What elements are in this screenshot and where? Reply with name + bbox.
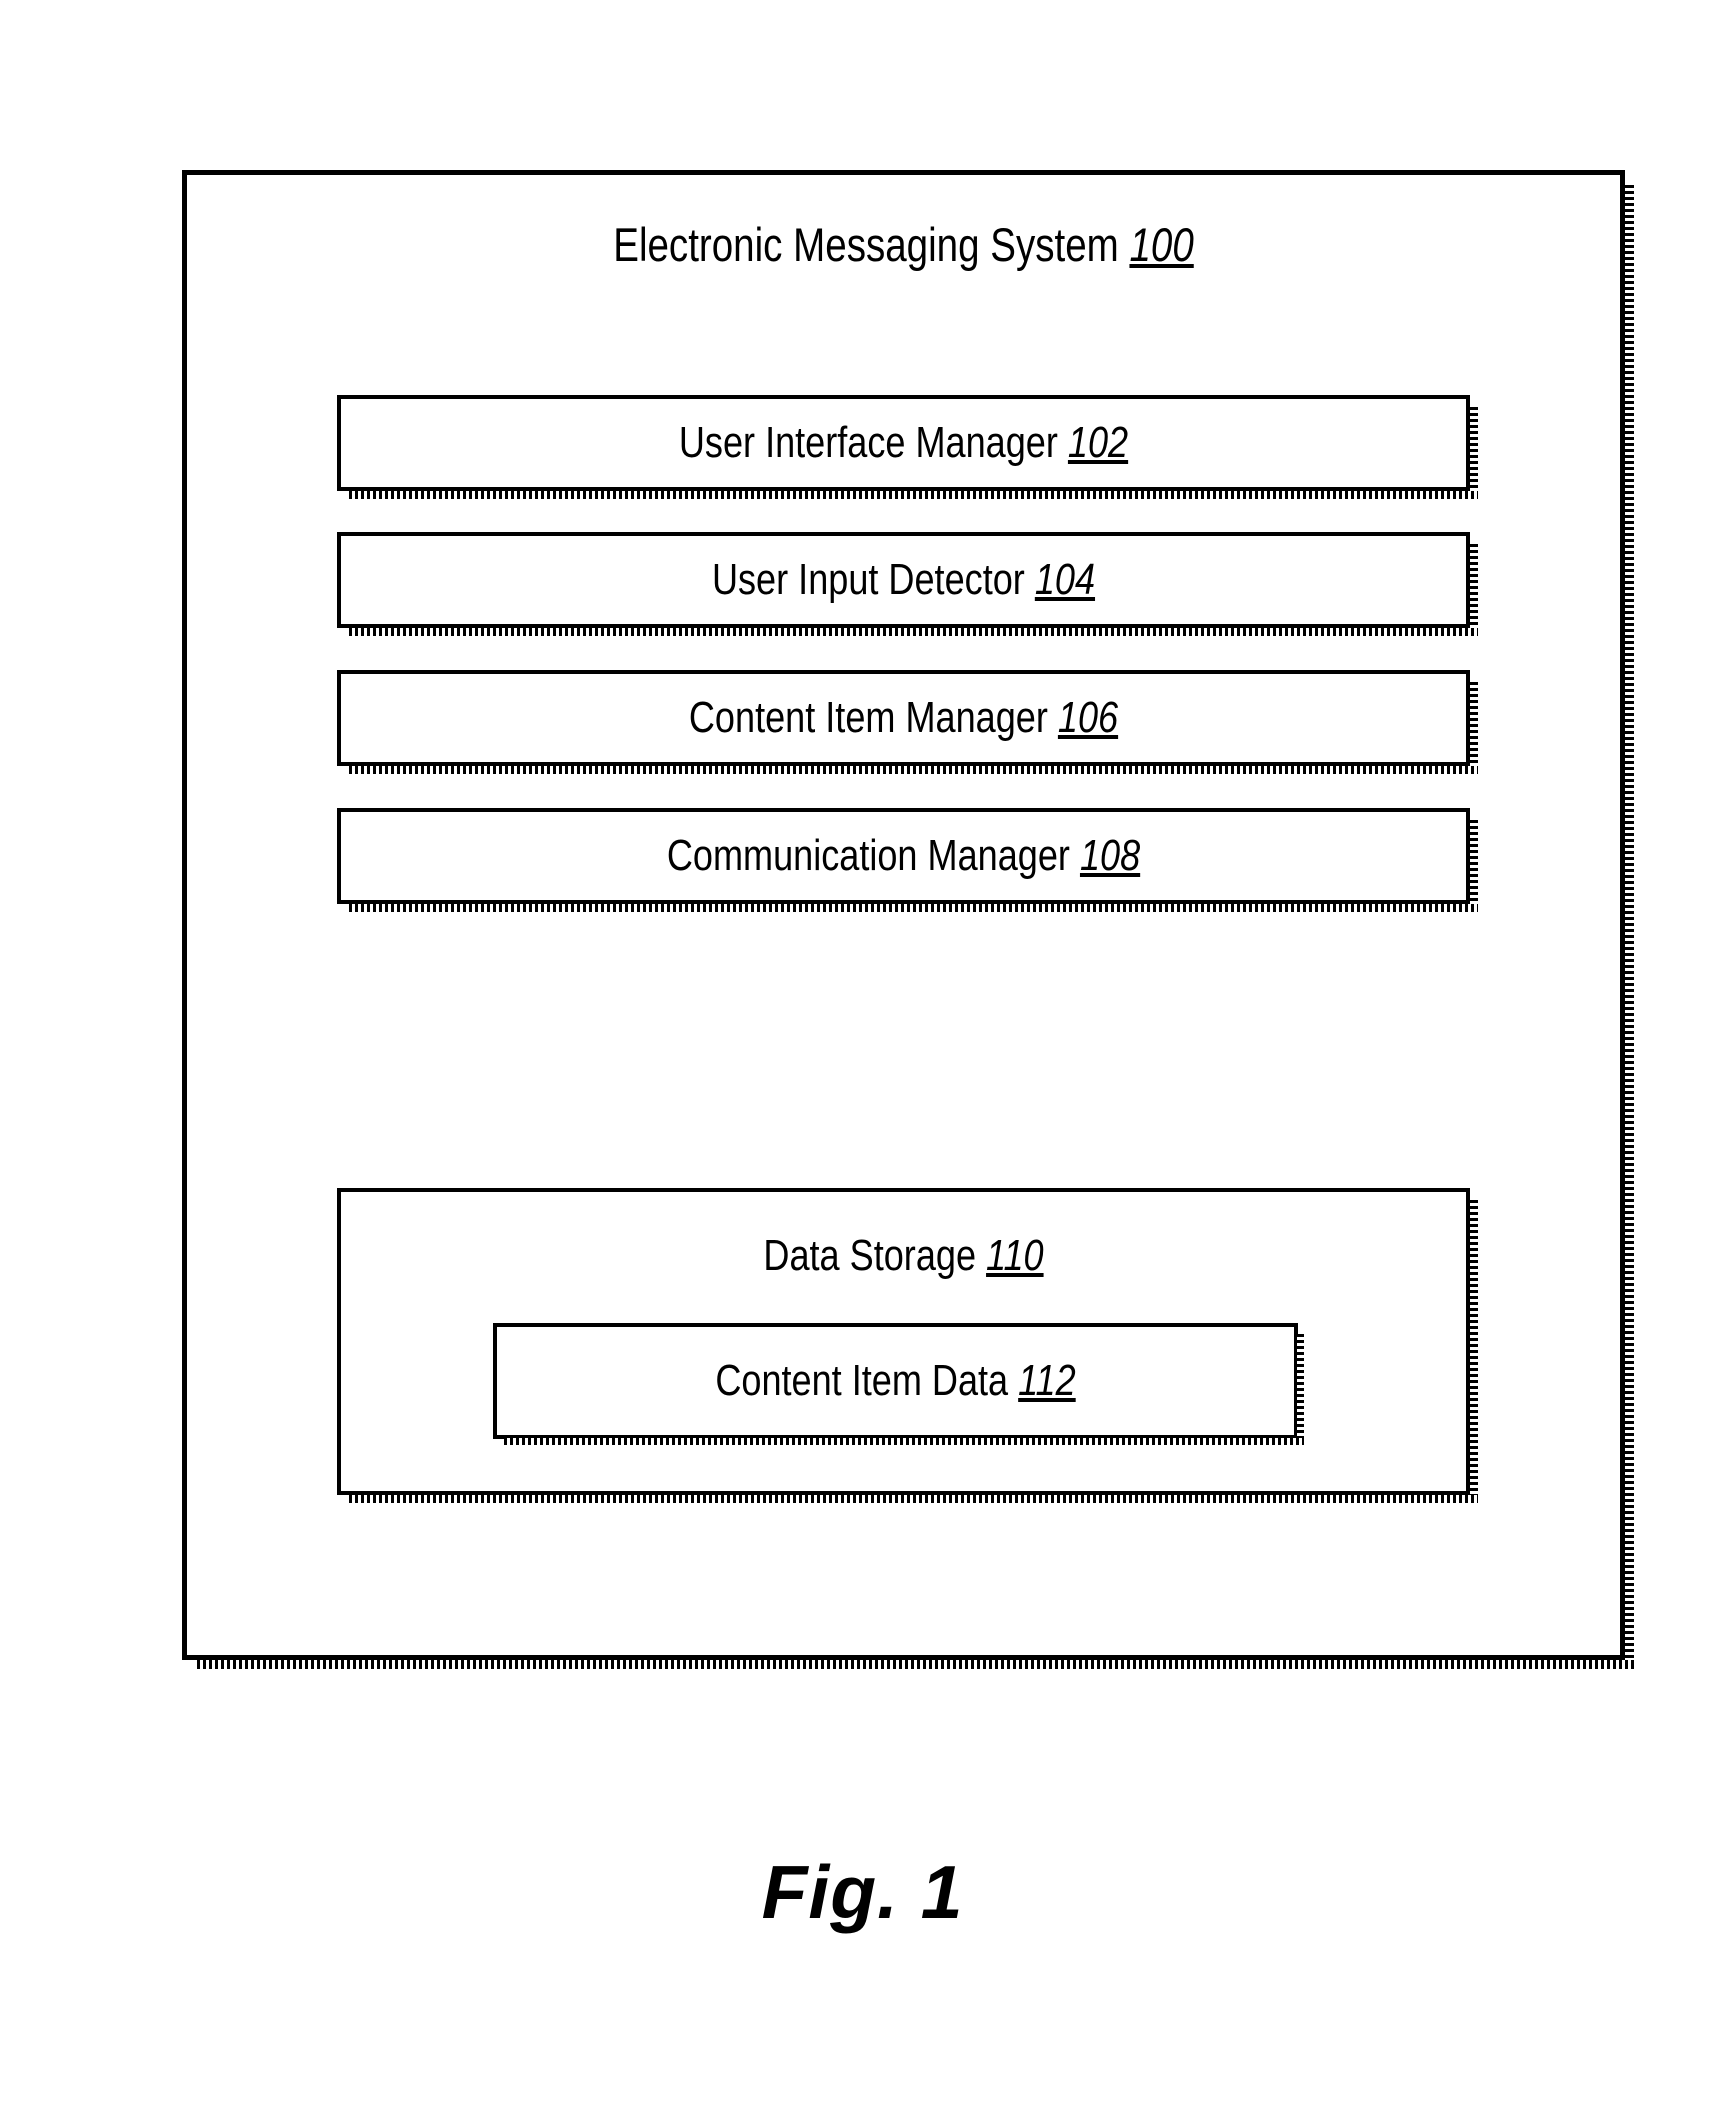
component-box-communication-manager: Communication Manager 108	[337, 808, 1478, 912]
component-box-user-interface-manager: User Interface Manager 102	[337, 395, 1478, 499]
component-reference-numeral: 104	[1034, 555, 1096, 604]
component-label-text: Content Item Manager	[688, 693, 1048, 742]
component-box-data-storage: Data Storage 110 Content Item Data 112	[337, 1188, 1478, 1503]
component-reference-numeral: 102	[1067, 418, 1129, 467]
component-box-content-item-manager: Content Item Manager 106	[337, 670, 1478, 774]
data-storage-label-text: Data Storage	[763, 1231, 977, 1280]
component-reference-numeral: 108	[1079, 831, 1141, 880]
component-box-content-item-data: Content Item Data 112	[493, 1323, 1304, 1445]
system-title-label: Electronic Messaging System	[613, 218, 1119, 271]
data-storage-reference-numeral: 110	[986, 1231, 1044, 1280]
electronic-messaging-system-container: Electronic Messaging System 100 User Int…	[182, 170, 1634, 1669]
system-title: Electronic Messaging System 100	[316, 221, 1491, 268]
component-reference-numeral: 106	[1057, 693, 1119, 742]
system-reference-numeral: 100	[1129, 218, 1194, 271]
component-label-text: User Interface Manager	[678, 418, 1058, 467]
content-item-data-label: Content Item Data 112	[569, 1359, 1223, 1403]
content-item-data-reference-numeral: 112	[1018, 1356, 1076, 1405]
component-label: Communication Manager 108	[442, 834, 1365, 878]
component-label: Content Item Manager 106	[442, 696, 1365, 740]
component-label-text: User Input Detector	[711, 555, 1025, 604]
component-label: User Interface Manager 102	[442, 421, 1365, 465]
component-box-user-input-detector: User Input Detector 104	[337, 532, 1478, 636]
component-label-text: Communication Manager	[666, 831, 1070, 880]
component-label: User Input Detector 104	[442, 558, 1365, 602]
data-storage-label: Data Storage 110	[442, 1234, 1365, 1278]
patent-figure-page: Electronic Messaging System 100 User Int…	[0, 0, 1725, 2112]
figure-caption: Fig. 1	[761, 1850, 964, 1934]
content-item-data-label-text: Content Item Data	[715, 1356, 1009, 1405]
